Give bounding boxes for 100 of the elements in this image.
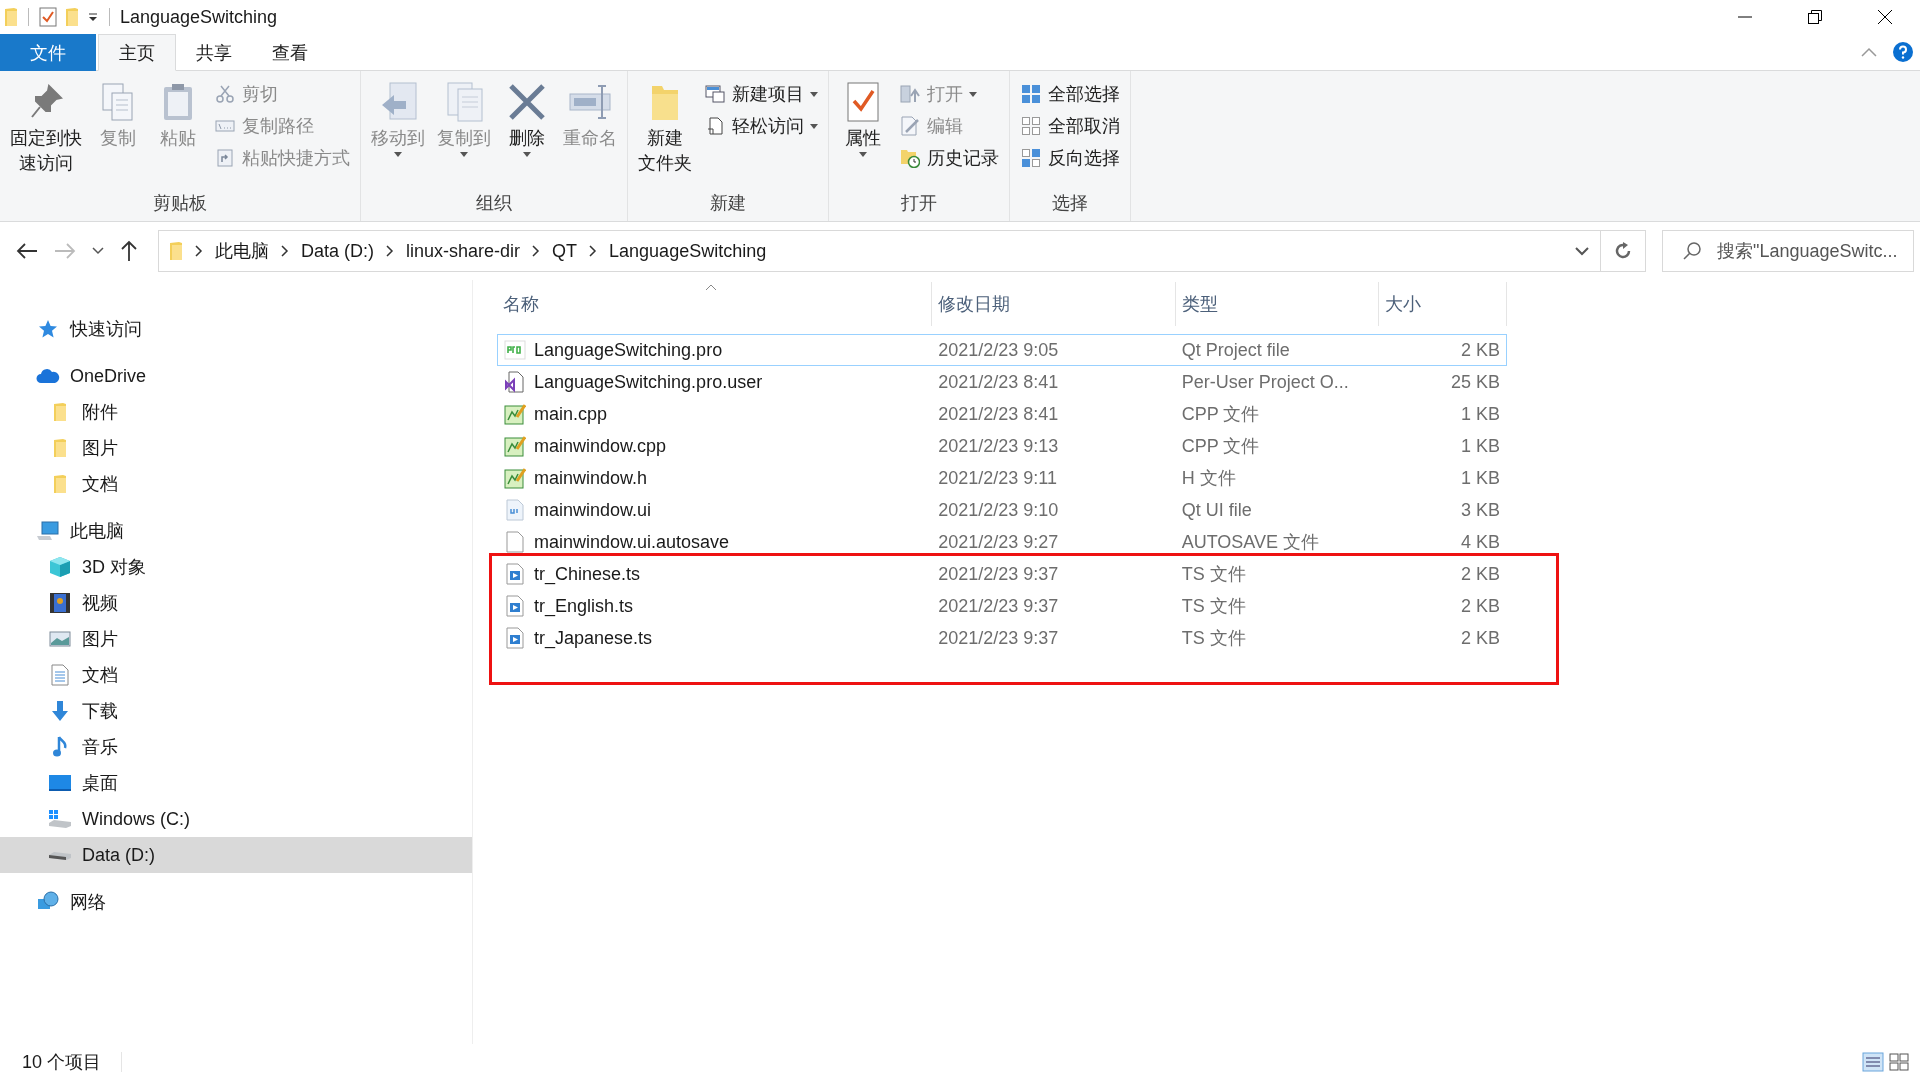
table-cell-text: 2 KB bbox=[1459, 563, 1501, 585]
ribbon-group-label: 新建 bbox=[709, 192, 747, 215]
table-cell-text: 2 KB bbox=[1459, 627, 1501, 649]
file-row[interactable]: mainwindow.cpp 2021/2/23 9:13 CPP 文件 1 KB bbox=[489, 430, 1559, 462]
ribbon-button[interactable]: 轻松访问 bbox=[700, 111, 822, 141]
ribbon-button[interactable]: 新建 文件夹 bbox=[634, 77, 696, 178]
chevron-right-icon[interactable] bbox=[195, 245, 203, 257]
breadcrumb-segment[interactable]: QT bbox=[552, 240, 578, 262]
chevron-right-icon[interactable] bbox=[532, 245, 541, 257]
cloud-icon bbox=[36, 368, 60, 384]
breadcrumb-segment[interactable]: 此电脑 bbox=[215, 239, 269, 263]
details-view-icon[interactable] bbox=[1862, 1052, 1884, 1072]
file-row[interactable]: mainwindow.h 2021/2/23 9:11 H 文件 1 KB bbox=[489, 462, 1559, 494]
nav-item[interactable]: 桌面 bbox=[0, 765, 472, 801]
nav-item[interactable]: 快速访问 bbox=[0, 311, 472, 347]
file-row[interactable]: main.cpp 2021/2/23 8:41 CPP 文件 1 KB bbox=[489, 398, 1559, 430]
copyto-icon bbox=[444, 81, 484, 123]
ribbon-button[interactable]: 反向选择 bbox=[1016, 143, 1124, 173]
breadcrumb-segment[interactable]: LanguageSwitching bbox=[609, 240, 767, 262]
file-row[interactable]: tr_Chinese.ts 2021/2/23 9:37 TS 文件 2 KB bbox=[489, 553, 1559, 590]
nav-label: 3D 对象 bbox=[82, 556, 146, 579]
chevron-right-icon[interactable] bbox=[386, 245, 394, 257]
ribbon-button[interactable]: 属性 bbox=[835, 77, 891, 160]
folder-icon bbox=[53, 438, 67, 458]
column-header[interactable]: 大小 bbox=[1379, 282, 1507, 326]
ribbon-button[interactable]: 固定到快 速访问 bbox=[6, 77, 86, 178]
nav-item[interactable]: 网络 bbox=[0, 884, 472, 920]
nav-item[interactable]: Data (D:) bbox=[0, 837, 472, 873]
dropdown-icon[interactable] bbox=[87, 11, 99, 23]
chevron-down-icon[interactable] bbox=[1574, 246, 1590, 256]
ribbon-button[interactable]: 全部选择 bbox=[1016, 79, 1124, 109]
breadcrumb-segment[interactable]: linux-share-dir bbox=[406, 240, 521, 262]
ribbon-tab[interactable]: 主页 bbox=[98, 34, 176, 71]
nav-item[interactable]: 图片 bbox=[0, 430, 472, 466]
table-cell-text: 2021/2/23 8:41 bbox=[937, 371, 1060, 393]
breadcrumb-segment[interactable]: Data (D:) bbox=[301, 240, 374, 262]
pro-file-icon bbox=[504, 339, 526, 361]
chevron-right-icon[interactable] bbox=[281, 245, 289, 257]
ribbon-button[interactable]: 删除 bbox=[499, 77, 555, 160]
copy-icon bbox=[101, 82, 135, 122]
table-cell-text: 2021/2/23 9:10 bbox=[937, 499, 1060, 521]
cut-icon bbox=[216, 85, 234, 103]
search-field[interactable]: 搜索"LanguageSwitc... bbox=[1662, 230, 1914, 272]
pc-icon bbox=[36, 521, 60, 541]
up-arrow-icon[interactable] bbox=[120, 240, 138, 262]
ribbon-button[interactable]: 历史记录 bbox=[895, 143, 1003, 173]
nav-label: 文档 bbox=[82, 473, 118, 496]
nav-item[interactable]: 下载 bbox=[0, 693, 472, 729]
back-arrow-icon[interactable] bbox=[16, 242, 38, 260]
file-name: LanguageSwitching.pro bbox=[534, 339, 723, 361]
project-file-icon bbox=[505, 371, 525, 393]
column-header[interactable]: 修改日期 bbox=[932, 282, 1176, 326]
folder-icon bbox=[53, 474, 67, 494]
table-cell-text: 2021/2/23 9:13 bbox=[937, 435, 1060, 457]
ribbon-button[interactable]: 全部取消 bbox=[1016, 111, 1124, 141]
ribbon-tab[interactable]: 共享 bbox=[176, 34, 252, 71]
collapse-ribbon-icon[interactable] bbox=[1860, 46, 1878, 58]
large-icons-view-icon[interactable] bbox=[1888, 1052, 1910, 1072]
table-cell-text: Per-User Project O... bbox=[1180, 371, 1350, 393]
nav-item[interactable]: OneDrive bbox=[0, 358, 472, 394]
open-icon bbox=[900, 84, 920, 104]
file-row[interactable]: LanguageSwitching.pro.user 2021/2/23 8:41 Per-User Project O... 25 KB bbox=[489, 366, 1559, 398]
ribbon-button[interactable]: 新建项目 bbox=[700, 79, 822, 109]
props-icon bbox=[846, 81, 880, 123]
chevron-down-icon[interactable] bbox=[92, 247, 104, 255]
nav-item[interactable]: 视频 bbox=[0, 585, 472, 621]
file-menu-tab[interactable]: 文件 bbox=[0, 34, 96, 71]
address-bar[interactable]: 此电脑 Data (D:) linux-share-dir QT LanguageSwitching bbox=[158, 230, 1601, 272]
shortcut-icon bbox=[217, 149, 233, 167]
refresh-button[interactable] bbox=[1600, 230, 1646, 272]
nav-item[interactable]: 文档 bbox=[0, 466, 472, 502]
nav-label: 图片 bbox=[82, 437, 118, 460]
properties-icon[interactable] bbox=[39, 7, 57, 27]
help-icon[interactable] bbox=[1892, 41, 1914, 63]
file-name: LanguageSwitching.pro.user bbox=[534, 371, 763, 393]
file-row[interactable]: tr_English.ts 2021/2/23 9:37 TS 文件 2 KB bbox=[489, 590, 1559, 622]
table-cell-text: 2021/2/23 9:11 bbox=[937, 467, 1058, 489]
folder-icon bbox=[53, 402, 67, 422]
table-cell-text: 2 KB bbox=[1459, 595, 1501, 617]
nav-item[interactable]: 文档 bbox=[0, 657, 472, 693]
file-row[interactable]: mainwindow.ui 2021/2/23 9:10 Qt UI file 3 KB bbox=[489, 494, 1559, 526]
nav-item[interactable]: 图片 bbox=[0, 621, 472, 657]
ribbon-group-label: 打开 bbox=[900, 192, 938, 215]
nav-item[interactable]: 音乐 bbox=[0, 729, 472, 765]
file-row[interactable]: tr_Japanese.ts 2021/2/23 9:37 TS 文件 2 KB bbox=[489, 622, 1559, 685]
nav-item[interactable]: Windows (C:) bbox=[0, 801, 472, 837]
ribbon-tab[interactable]: 查看 bbox=[252, 34, 328, 71]
table-cell-text: AUTOSAVE 文件 bbox=[1180, 531, 1320, 554]
column-header[interactable]: 类型 bbox=[1176, 282, 1379, 326]
code-file-icon bbox=[504, 467, 526, 489]
chevron-right-icon[interactable] bbox=[589, 245, 598, 257]
caret-icon bbox=[969, 91, 977, 97]
caret-icon bbox=[523, 152, 531, 158]
column-header[interactable]: 名称 bbox=[497, 282, 932, 326]
table-cell-text: CPP 文件 bbox=[1180, 403, 1261, 426]
nav-item[interactable]: 此电脑 bbox=[0, 513, 472, 549]
nav-item[interactable]: 附件 bbox=[0, 394, 472, 430]
table-cell-text: 3 KB bbox=[1459, 499, 1501, 521]
table-cell-text: 2 KB bbox=[1459, 339, 1501, 361]
nav-item[interactable]: 3D 对象 bbox=[0, 549, 472, 585]
